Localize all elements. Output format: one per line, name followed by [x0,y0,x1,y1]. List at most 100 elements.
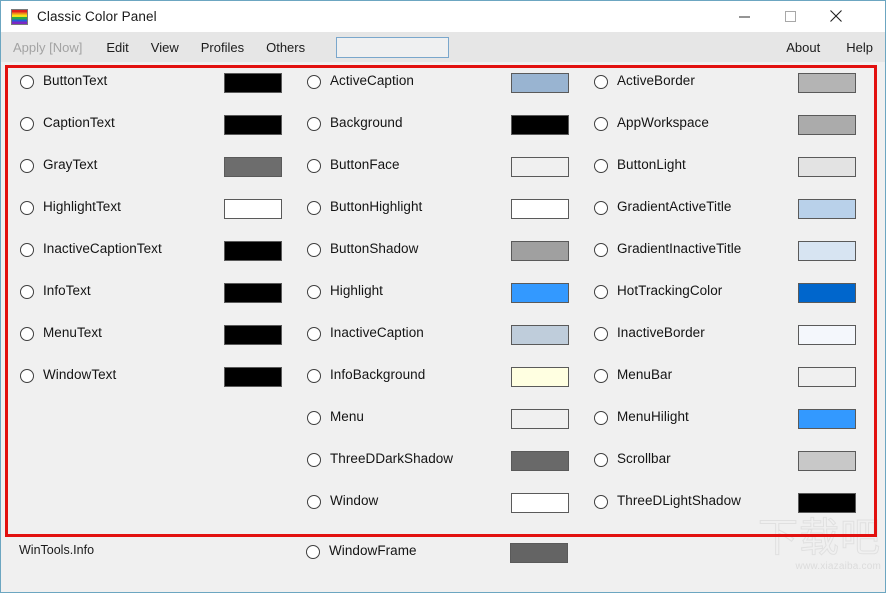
color-swatch[interactable] [511,451,569,471]
color-swatch[interactable] [224,367,282,387]
color-row[interactable]: ButtonText [20,62,282,104]
color-row[interactable]: ThreeDLightShadow [594,482,856,524]
color-row[interactable]: Window [307,482,569,524]
color-row[interactable]: InfoText [20,272,282,314]
color-row[interactable]: WindowFrame [306,542,568,572]
radio-button[interactable] [307,495,321,509]
menu-item-others[interactable]: Others [266,40,305,55]
search-input[interactable] [336,36,450,58]
radio-button[interactable] [307,243,321,257]
color-row[interactable]: MenuHilight [594,398,856,440]
radio-button[interactable] [306,545,320,559]
color-row[interactable]: ActiveCaption [307,62,569,104]
minimize-button[interactable] [721,1,767,31]
radio-button[interactable] [307,117,321,131]
radio-button[interactable] [307,201,321,215]
color-row[interactable]: InactiveCaptionText [20,230,282,272]
radio-button[interactable] [20,201,34,215]
radio-button[interactable] [594,201,608,215]
color-row[interactable]: InactiveBorder [594,314,856,356]
color-swatch[interactable] [798,367,856,387]
color-swatch[interactable] [224,325,282,345]
color-swatch[interactable] [798,115,856,135]
color-swatch[interactable] [798,451,856,471]
menu-item-about[interactable]: About [786,40,820,55]
radio-button[interactable] [20,117,34,131]
color-swatch[interactable] [511,493,569,513]
color-row[interactable]: ButtonHighlight [307,188,569,230]
radio-button[interactable] [594,369,608,383]
color-row[interactable]: GradientInactiveTitle [594,230,856,272]
color-row[interactable]: AppWorkspace [594,104,856,146]
color-swatch[interactable] [511,283,569,303]
color-swatch[interactable] [224,199,282,219]
radio-button[interactable] [20,327,34,341]
color-swatch[interactable] [511,409,569,429]
color-swatch[interactable] [511,241,569,261]
color-row[interactable]: Background [307,104,569,146]
color-row[interactable]: ThreeDDarkShadow [307,440,569,482]
menu-item-help[interactable]: Help [846,40,873,55]
menu-item-profiles[interactable]: Profiles [201,40,244,55]
close-button[interactable] [813,1,859,31]
menu-item-edit[interactable]: Edit [106,40,128,55]
radio-button[interactable] [20,159,34,173]
radio-button[interactable] [594,327,608,341]
color-row[interactable]: ButtonLight [594,146,856,188]
radio-button[interactable] [20,369,34,383]
radio-button[interactable] [307,453,321,467]
radio-button[interactable] [594,159,608,173]
color-row[interactable]: GradientActiveTitle [594,188,856,230]
color-swatch[interactable] [798,283,856,303]
color-row[interactable]: CaptionText [20,104,282,146]
menu-item-view[interactable]: View [151,40,179,55]
color-row[interactable]: ButtonFace [307,146,569,188]
color-row[interactable]: MenuText [20,314,282,356]
color-swatch[interactable] [224,73,282,93]
color-swatch[interactable] [511,325,569,345]
radio-button[interactable] [594,285,608,299]
color-row[interactable]: GrayText [20,146,282,188]
color-swatch[interactable] [511,157,569,177]
color-row[interactable]: Scrollbar [594,440,856,482]
color-swatch[interactable] [511,73,569,93]
color-swatch[interactable] [798,493,856,513]
color-swatch[interactable] [511,115,569,135]
color-swatch[interactable] [510,543,568,563]
color-row[interactable]: InactiveCaption [307,314,569,356]
color-row[interactable]: MenuBar [594,356,856,398]
radio-button[interactable] [307,369,321,383]
radio-button[interactable] [307,75,321,89]
color-swatch[interactable] [511,367,569,387]
color-swatch[interactable] [224,157,282,177]
radio-button[interactable] [307,159,321,173]
color-row[interactable]: HotTrackingColor [594,272,856,314]
color-row[interactable]: HighlightText [20,188,282,230]
color-row[interactable]: InfoBackground [307,356,569,398]
color-swatch[interactable] [798,409,856,429]
color-swatch[interactable] [798,325,856,345]
color-row[interactable]: WindowText [20,356,282,398]
color-swatch[interactable] [798,157,856,177]
radio-button[interactable] [594,453,608,467]
radio-button[interactable] [594,243,608,257]
color-swatch[interactable] [224,115,282,135]
color-swatch[interactable] [224,283,282,303]
color-swatch[interactable] [798,73,856,93]
radio-button[interactable] [594,117,608,131]
radio-button[interactable] [307,411,321,425]
color-swatch[interactable] [224,241,282,261]
color-swatch[interactable] [798,241,856,261]
radio-button[interactable] [20,75,34,89]
radio-button[interactable] [594,75,608,89]
radio-button[interactable] [594,411,608,425]
radio-button[interactable] [20,285,34,299]
color-row[interactable]: Menu [307,398,569,440]
radio-button[interactable] [594,495,608,509]
color-swatch[interactable] [511,199,569,219]
color-row[interactable]: Highlight [307,272,569,314]
color-swatch[interactable] [798,199,856,219]
menu-item-apply[interactable]: Apply [Now] [13,40,82,55]
maximize-button[interactable] [767,1,813,31]
color-row[interactable]: ButtonShadow [307,230,569,272]
